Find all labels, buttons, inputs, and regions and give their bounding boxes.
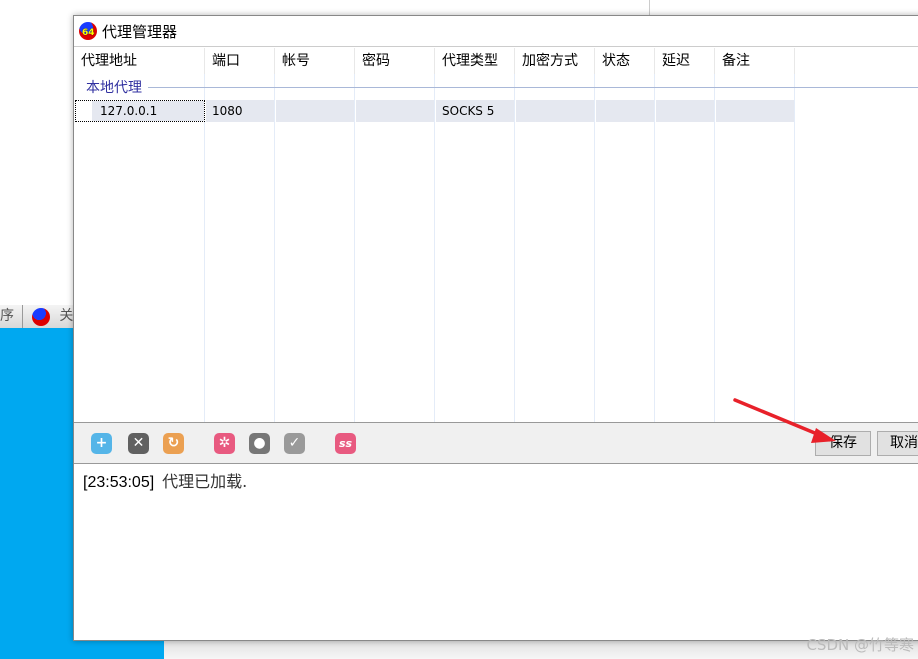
strip-text: 序 (0, 308, 14, 324)
proxy-manager-window: 64 代理管理器 代理地址 端口 帐号 密码 代理类型 加密方式 状态 延迟 备… (73, 15, 918, 641)
window-title: 代理管理器 (102, 22, 178, 41)
header-address[interactable]: 代理地址 (74, 48, 205, 74)
app-logo-icon (31, 308, 50, 326)
cell-encryption[interactable] (516, 100, 594, 122)
settings-icon[interactable]: ✲ (214, 433, 235, 454)
cell-account[interactable] (276, 100, 354, 122)
cell-password[interactable] (356, 100, 434, 122)
cell-status[interactable] (596, 100, 654, 122)
header-latency[interactable]: 延迟 (655, 48, 715, 74)
log-time: [23:53:05] (83, 474, 155, 491)
header-encryption[interactable]: 加密方式 (515, 48, 595, 74)
cell-port[interactable]: 1080 (206, 100, 274, 122)
bulb-icon[interactable]: ● (249, 433, 270, 454)
background-taskstrip: 序 关于 (0, 305, 80, 328)
save-button[interactable]: 保存 (815, 431, 871, 456)
header-password[interactable]: 密码 (355, 48, 435, 74)
header-account[interactable]: 帐号 (275, 48, 355, 74)
cell-note[interactable] (716, 100, 794, 122)
cancel-button[interactable]: 取消 (877, 431, 918, 456)
log-message: 代理已加载. (162, 472, 248, 491)
group-local-proxy: 本地代理 (86, 77, 918, 97)
cell-address[interactable]: 127.0.0.1 (75, 100, 205, 122)
watermark: CSDN @竹等寒 (806, 636, 914, 654)
title-bar[interactable]: 64 代理管理器 (74, 16, 918, 47)
ss-icon[interactable]: ss (335, 433, 356, 454)
cell-type[interactable]: SOCKS 5 (436, 100, 514, 122)
header-port[interactable]: 端口 (205, 48, 275, 74)
check-icon[interactable]: ✓ (284, 433, 305, 454)
group-label: 本地代理 (86, 80, 142, 96)
header-note[interactable]: 备注 (715, 48, 795, 74)
header-type[interactable]: 代理类型 (435, 48, 515, 74)
background-area (164, 640, 918, 659)
proxy-table: 代理地址 端口 帐号 密码 代理类型 加密方式 状态 延迟 备注 本地代理 12… (74, 48, 918, 422)
header-status[interactable]: 状态 (595, 48, 655, 74)
log-panel: [23:53:05] 代理已加载. (74, 464, 918, 496)
cell-latency[interactable] (656, 100, 714, 122)
delete-icon[interactable]: ✕ (128, 433, 149, 454)
refresh-icon[interactable]: ↻ (163, 433, 184, 454)
add-icon[interactable]: + (91, 433, 112, 454)
app-logo-icon: 64 (79, 22, 97, 40)
toolbar: + ✕ ↻ ✲ ● ✓ ss 保存 取消 (74, 422, 918, 464)
